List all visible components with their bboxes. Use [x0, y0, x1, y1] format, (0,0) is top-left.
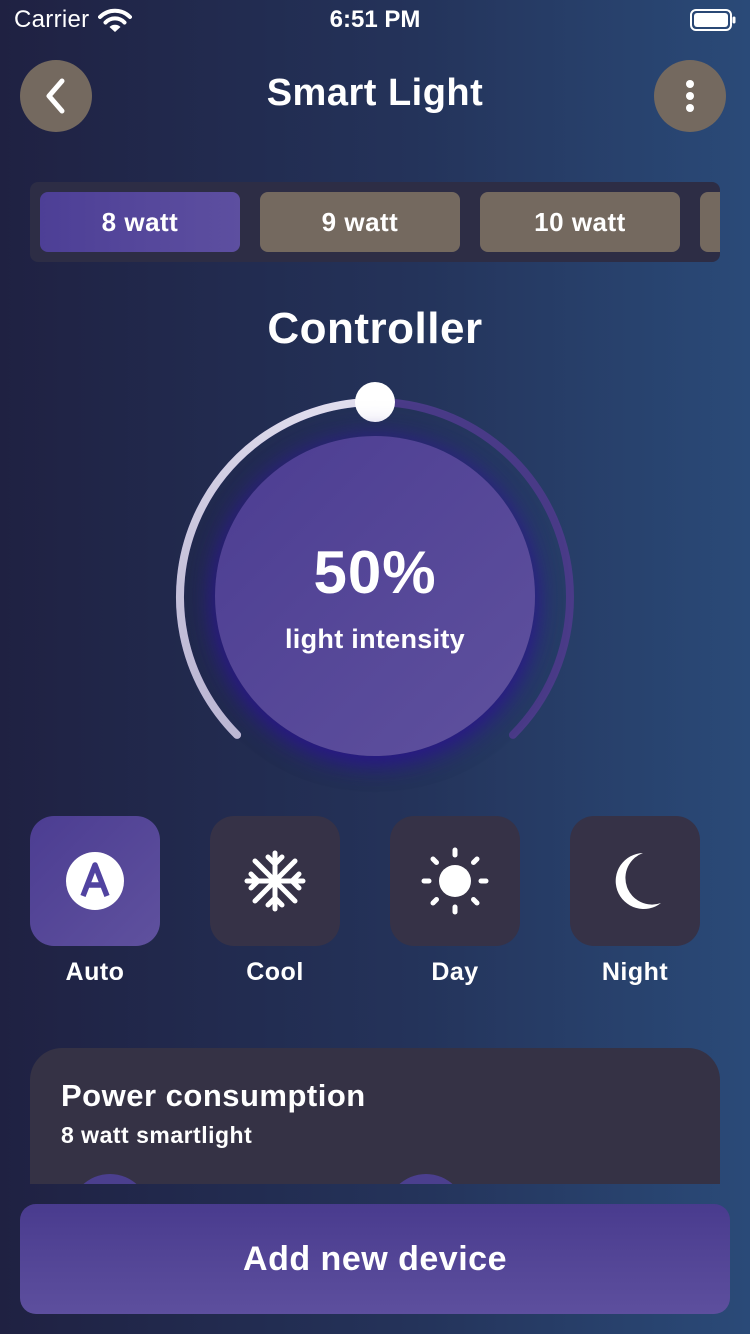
- mode-night-label: Night: [601, 958, 669, 986]
- power-consumption-card[interactable]: Power consumption 8 watt smartlight: [30, 1048, 720, 1184]
- mode-day[interactable]: Day: [390, 816, 520, 987]
- mode-day-tile[interactable]: [390, 816, 520, 946]
- auto-icon: [66, 852, 124, 910]
- moon-icon: [615, 853, 661, 909]
- power-title: Power consumption: [61, 1078, 366, 1113]
- power-gauge-left: [70, 1174, 150, 1184]
- mode-night[interactable]: Night: [570, 816, 700, 987]
- mode-auto-label: Auto: [65, 958, 125, 986]
- intensity-value: 50%: [313, 539, 437, 606]
- mode-cool-label: Cool: [246, 958, 304, 986]
- mode-cool-tile[interactable]: [210, 816, 340, 946]
- sun-icon: [421, 847, 489, 915]
- power-subtitle: 8 watt smartlight: [61, 1122, 253, 1148]
- mode-auto[interactable]: Auto: [30, 816, 160, 987]
- mode-night-tile[interactable]: [570, 816, 700, 946]
- intensity-label: light intensity: [285, 624, 465, 654]
- snowflake-icon: [244, 850, 306, 912]
- dial-knob: [355, 382, 395, 422]
- add-new-device-button[interactable]: Add new device: [20, 1204, 730, 1314]
- power-gauge-right: [386, 1174, 466, 1184]
- mode-cool[interactable]: Cool: [210, 816, 340, 987]
- mode-auto-tile[interactable]: [30, 816, 160, 946]
- mode-day-label: Day: [431, 958, 479, 986]
